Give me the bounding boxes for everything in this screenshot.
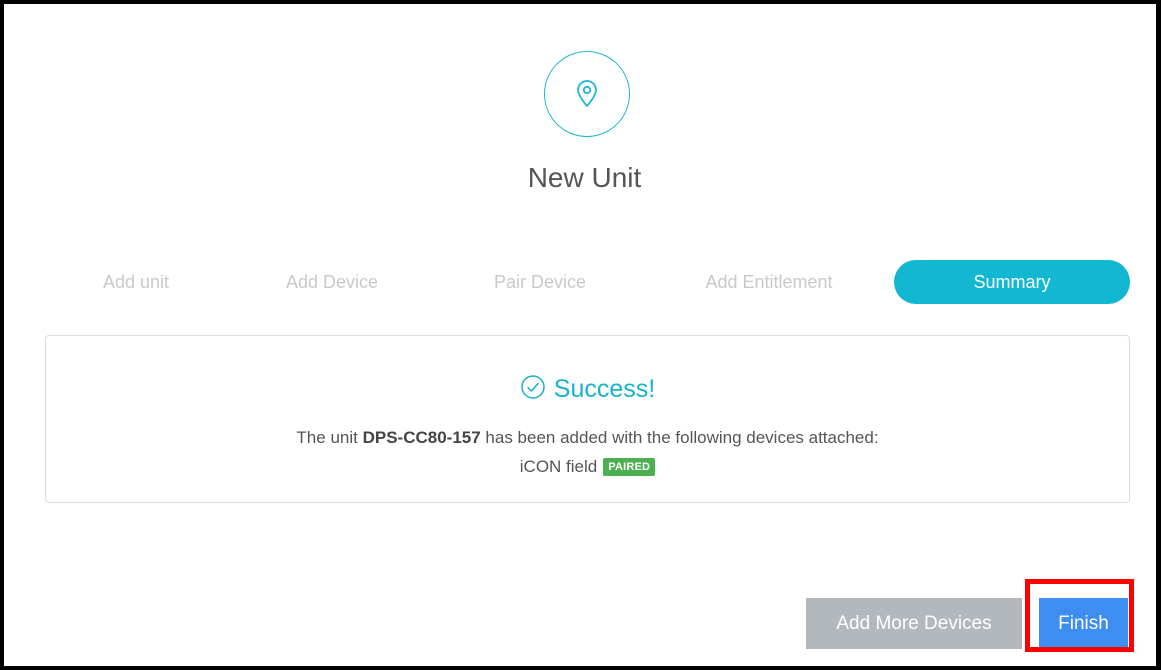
message-prefix: The unit [296,428,363,447]
step-summary[interactable]: Summary [894,260,1130,304]
page-title: New Unit [527,162,642,193]
summary-message: The unit DPS-CC80-157 has been added wit… [46,428,1129,448]
wizard-steps: Add unit Add Device Pair Device Add Enti… [4,260,1161,304]
device-name: iCON field [519,457,598,476]
step-pair-device[interactable]: Pair Device [466,260,614,304]
step-add-entitlement[interactable]: Add Entitlement [678,260,860,304]
status-badge: PAIRED [603,458,656,476]
device-item: iCON field PAIRED [46,457,1129,477]
step-add-device[interactable]: Add Device [258,260,406,304]
step-add-unit[interactable]: Add unit [77,260,195,304]
message-suffix: has been added with the following device… [480,428,879,447]
summary-card: Success! The unit DPS-CC80-157 has been … [45,335,1130,503]
add-more-devices-button[interactable]: Add More Devices [806,598,1022,649]
success-heading: Success! [46,374,1129,405]
success-label: Success! [553,375,656,403]
map-pin-icon [544,51,630,137]
finish-highlight-box [1025,579,1134,652]
dialog-frame: New Unit Add unit Add Device Pair Device… [0,0,1161,670]
unit-name: DPS-CC80-157 [362,428,481,447]
check-circle-icon [520,374,546,405]
